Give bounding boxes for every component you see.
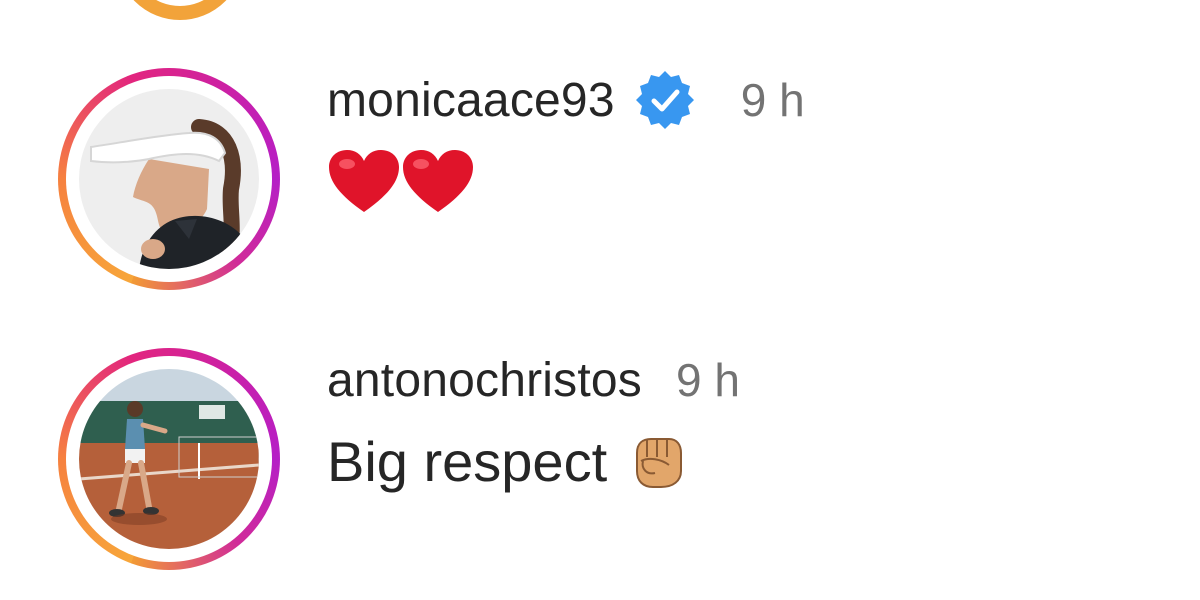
story-ring[interactable]	[58, 348, 280, 570]
avatar-image	[79, 369, 259, 549]
comment-item: monicaace93 9 h	[0, 60, 1200, 300]
comment-item: antonochristos 9 h Big respect	[0, 340, 1200, 580]
story-ring-inner	[66, 76, 272, 282]
username[interactable]: monicaace93	[327, 73, 615, 128]
red-heart-icon	[327, 148, 401, 214]
verified-badge-icon	[633, 68, 697, 132]
red-heart-icon	[401, 148, 475, 214]
comment-body: Big respect	[327, 426, 687, 496]
previous-comment-avatar-ring[interactable]	[116, 0, 244, 20]
avatar[interactable]	[79, 369, 259, 549]
comment-meta: monicaace93 9 h	[327, 70, 805, 130]
username[interactable]: antonochristos	[327, 353, 642, 408]
story-ring-inner	[66, 356, 272, 562]
comment-meta: antonochristos 9 h	[327, 350, 740, 410]
avatar-image	[79, 89, 259, 269]
timestamp: 9 h	[676, 354, 740, 406]
raised-fist-icon	[627, 431, 687, 491]
timestamp: 9 h	[740, 74, 805, 126]
comment-body	[327, 146, 475, 216]
story-ring[interactable]	[58, 68, 280, 290]
avatar[interactable]	[79, 89, 259, 269]
comment-text: Big respect	[327, 429, 608, 493]
